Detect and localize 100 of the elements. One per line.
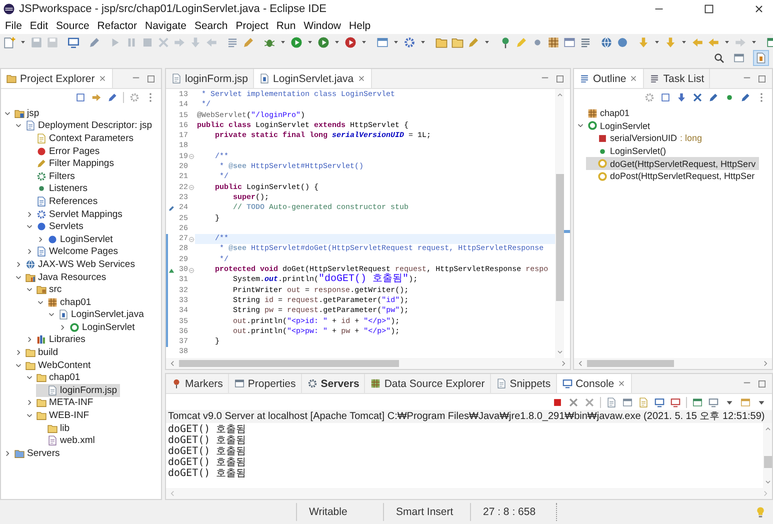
tree-item[interactable]: WebContent (14, 358, 94, 372)
tree-item[interactable]: loginForm.jsp (36, 384, 120, 397)
monitor-icon[interactable] (708, 396, 719, 408)
view-tab[interactable]: Project Explorer (1, 69, 113, 88)
tree-item[interactable]: References (25, 195, 101, 208)
caret-icon[interactable] (333, 38, 341, 46)
console-icon[interactable] (670, 396, 681, 408)
scrollbar-thumb[interactable] (556, 174, 564, 302)
tree-item[interactable]: LoginServlet.java (47, 308, 147, 322)
java-perspective-icon[interactable] (755, 52, 767, 64)
chevron-up-icon[interactable] (764, 425, 772, 433)
grid-icon[interactable] (547, 36, 560, 48)
tree-item[interactable]: Filter Mappings (25, 157, 117, 170)
tree-item[interactable]: Filters (25, 170, 78, 183)
menu-item[interactable]: Edit (26, 20, 52, 32)
scrollbar[interactable] (555, 89, 564, 358)
menu-item[interactable]: File (1, 20, 26, 32)
tree-item[interactable]: Java Resources (14, 270, 110, 284)
tree-item[interactable]: Welcome Pages (25, 246, 121, 258)
chevron-down-icon[interactable] (556, 348, 564, 356)
tree-item[interactable]: build (14, 346, 62, 359)
tree-item[interactable]: LoginServlet (36, 232, 116, 246)
tree-item[interactable]: Servlets (25, 220, 86, 233)
tree-item[interactable]: chap01 (576, 107, 633, 120)
tree-item[interactable]: chap01 (25, 371, 84, 384)
view-tab[interactable]: Data Source Explorer (365, 374, 491, 393)
tree-item[interactable]: src (25, 283, 65, 296)
view-tab[interactable]: Snippets (490, 374, 557, 393)
list-icon[interactable] (579, 36, 592, 48)
menu-item[interactable]: Window (300, 20, 346, 32)
view-tab[interactable]: Servers (302, 374, 366, 393)
menu-item[interactable]: Source (52, 20, 94, 32)
view-tab[interactable]: Properties (228, 374, 302, 393)
window-plus-icon[interactable] (740, 396, 751, 408)
tree-item[interactable]: WEB-INF (25, 409, 92, 422)
monitor-icon[interactable] (67, 36, 80, 48)
close-icon[interactable] (753, 3, 765, 15)
gear-icon[interactable] (129, 92, 140, 102)
search-icon[interactable] (713, 52, 725, 64)
caret-icon[interactable] (360, 38, 368, 46)
tree-item[interactable]: chap01 (36, 296, 94, 308)
view-tab[interactable]: LoginServlet.java (254, 69, 372, 88)
fold-icon[interactable] (188, 153, 195, 160)
tree-item[interactable]: LoginServlet (576, 120, 654, 132)
caret-icon[interactable] (306, 38, 314, 46)
caret-icon[interactable] (723, 38, 731, 46)
tree-item[interactable]: Error Pages (25, 144, 103, 158)
tree-item[interactable]: Listeners (25, 182, 91, 196)
globe-icon[interactable] (600, 36, 613, 48)
fold-icon[interactable] (188, 266, 195, 274)
window-icon[interactable] (563, 36, 576, 48)
chevron-down-icon[interactable] (764, 478, 772, 486)
scrollbar[interactable] (574, 358, 772, 369)
tree-item[interactable]: doGet(HttpServletRequest, HttpServ (586, 157, 759, 170)
scrollbar-thumb[interactable] (587, 360, 674, 367)
gear-icon[interactable] (403, 36, 416, 48)
menu-item[interactable]: Refactor (93, 20, 141, 32)
tree-item[interactable]: lib (36, 422, 73, 434)
tree-item[interactable]: serialVersionUID : long (586, 132, 706, 145)
caret-icon[interactable] (19, 38, 27, 46)
tree-item[interactable]: Servlet Mappings (25, 208, 126, 220)
tree-item[interactable]: jsp (3, 107, 42, 120)
caret-icon[interactable] (419, 38, 427, 46)
caret-icon[interactable] (483, 38, 491, 46)
lightbulb-icon[interactable] (754, 506, 767, 518)
tree-item[interactable]: web.xml (36, 434, 98, 448)
scrollbar-thumb[interactable] (764, 456, 772, 468)
tree-item[interactable]: Deployment Descriptor: jsp (14, 120, 156, 132)
view-tab[interactable]: Task List (644, 69, 710, 88)
scrollbar-thumb[interactable] (179, 360, 399, 367)
menu-item[interactable]: Navigate (140, 20, 190, 32)
view-tab[interactable]: Outline (574, 69, 644, 88)
fold-icon[interactable] (188, 236, 195, 243)
page-plus-icon[interactable] (3, 36, 16, 48)
caret-icon[interactable] (392, 38, 400, 46)
remove-icon[interactable] (568, 396, 579, 408)
view-tab[interactable]: Markers (166, 374, 229, 393)
tree-item[interactable]: LoginServlet() (586, 144, 670, 158)
window-icon[interactable] (692, 396, 703, 408)
chevron-up-icon[interactable] (556, 91, 564, 99)
caret-icon[interactable] (680, 38, 688, 46)
window-plus-icon[interactable] (733, 52, 745, 64)
stop-icon[interactable] (552, 396, 563, 408)
menu-item[interactable]: Project (232, 20, 272, 32)
tree-item[interactable]: doPost(HttpServletRequest, HttpSer (586, 170, 758, 183)
tree-item[interactable]: Context Parameters (25, 132, 136, 145)
menu-item[interactable]: Run (272, 20, 300, 32)
tree-item[interactable]: LoginServlet (58, 321, 138, 334)
caret-icon[interactable] (750, 38, 758, 46)
caret-icon[interactable] (653, 38, 661, 46)
tree-item[interactable]: META-INF (25, 396, 96, 410)
list-icon[interactable] (226, 36, 239, 48)
maximize-icon[interactable] (703, 3, 715, 15)
scrollbar[interactable] (166, 358, 570, 369)
menu-item[interactable]: Search (190, 20, 232, 32)
fold-icon[interactable] (188, 184, 195, 192)
view-tab[interactable]: Console (556, 374, 632, 393)
menu-item[interactable]: Help (345, 20, 375, 32)
tree-item[interactable]: JAX-WS Web Services (14, 258, 138, 271)
gear-icon[interactable] (644, 92, 655, 102)
